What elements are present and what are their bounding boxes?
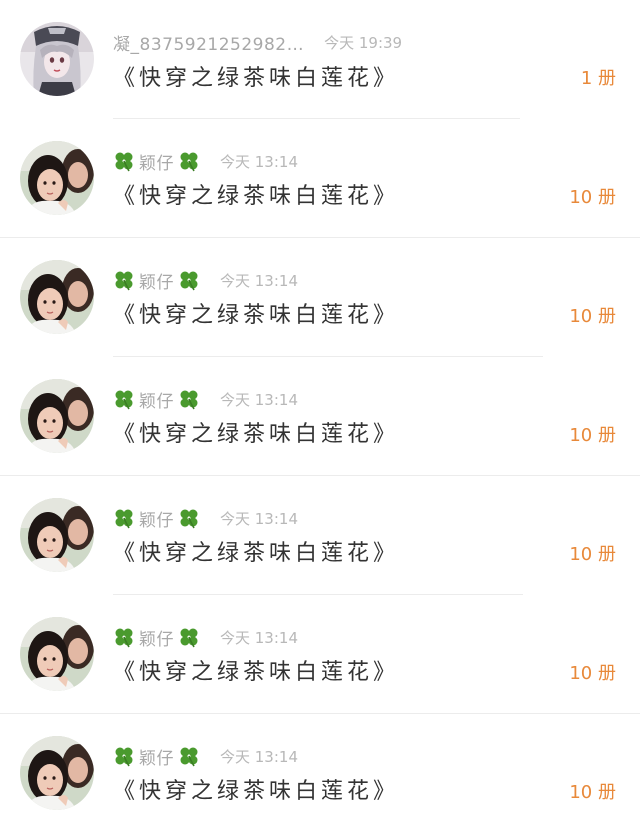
- user-name[interactable]: 颖仔: [113, 387, 200, 412]
- timestamp: 今天 13:14: [220, 390, 298, 409]
- user-name-text: 颖仔: [139, 272, 174, 293]
- four-leaf-clover-icon: [115, 509, 133, 529]
- gift-record-list: 凝_8375921252982… 今天 19:39 《快穿之绿茶味白莲花》 1 …: [0, 0, 640, 837]
- item-header: 颖仔 今天 13:14: [113, 149, 298, 174]
- user-name-text: 颖仔: [139, 748, 174, 769]
- timestamp: 今天 13:14: [220, 271, 298, 290]
- user-name-text: 颖仔: [139, 153, 174, 174]
- book-count: 10 册: [569, 663, 616, 684]
- four-leaf-clover-icon: [115, 390, 133, 410]
- four-leaf-clover-icon: [180, 271, 198, 291]
- book-title: 《快穿之绿茶味白莲花》: [113, 184, 400, 209]
- list-item[interactable]: 凝_8375921252982… 今天 19:39 《快穿之绿茶味白莲花》 1 …: [0, 0, 640, 119]
- avatar[interactable]: [20, 498, 94, 572]
- avatar[interactable]: [20, 260, 94, 334]
- four-leaf-clover-icon: [115, 152, 133, 172]
- four-leaf-clover-icon: [115, 628, 133, 648]
- book-count: 10 册: [569, 425, 616, 446]
- list-item[interactable]: 颖仔 今天 13:14 《快穿之绿茶味白莲花》 10 册: [0, 119, 640, 238]
- user-name-text: 颖仔: [139, 510, 174, 531]
- avatar[interactable]: [20, 22, 94, 96]
- avatar[interactable]: [20, 379, 94, 453]
- list-item[interactable]: 颖仔 今天 13:14 《快穿之绿茶味白莲花》 10 册: [0, 238, 640, 357]
- list-item[interactable]: 颖仔 今天 13:14 《快穿之绿茶味白莲花》 10 册: [0, 476, 640, 595]
- book-count: 10 册: [569, 544, 616, 565]
- four-leaf-clover-icon: [115, 747, 133, 767]
- book-title: 《快穿之绿茶味白莲花》: [113, 660, 400, 685]
- avatar[interactable]: [20, 736, 94, 810]
- user-name[interactable]: 颖仔: [113, 149, 200, 174]
- timestamp: 今天 13:14: [220, 747, 298, 766]
- book-count: 10 册: [569, 306, 616, 327]
- user-name[interactable]: 颖仔: [113, 268, 200, 293]
- item-header: 颖仔 今天 13:14: [113, 268, 298, 293]
- avatar[interactable]: [20, 617, 94, 691]
- timestamp: 今天 13:14: [220, 628, 298, 647]
- list-item[interactable]: 颖仔 今天 13:14 《快穿之绿茶味白莲花》 10 册: [0, 714, 640, 833]
- list-item[interactable]: 颖仔 今天 13:14 《快穿之绿茶味白莲花》 10 册: [0, 595, 640, 714]
- anime-girl-avatar-image: [20, 22, 94, 96]
- user-name-text: 凝_8375921252982…: [113, 34, 305, 55]
- photo-two-girls-avatar-image: [20, 736, 94, 810]
- user-name[interactable]: 凝_8375921252982…: [113, 30, 304, 55]
- book-title: 《快穿之绿茶味白莲花》: [113, 66, 400, 91]
- four-leaf-clover-icon: [115, 271, 133, 291]
- item-header: 颖仔 今天 13:14: [113, 506, 298, 531]
- photo-two-girls-avatar-image: [20, 498, 94, 572]
- four-leaf-clover-icon: [180, 390, 198, 410]
- four-leaf-clover-icon: [180, 747, 198, 767]
- four-leaf-clover-icon: [180, 152, 198, 172]
- book-count: 10 册: [569, 782, 616, 803]
- timestamp: 今天 13:14: [220, 152, 298, 171]
- user-name[interactable]: 颖仔: [113, 506, 200, 531]
- photo-two-girls-avatar-image: [20, 260, 94, 334]
- book-title: 《快穿之绿茶味白莲花》: [113, 422, 400, 447]
- item-header: 颖仔 今天 13:14: [113, 744, 298, 769]
- four-leaf-clover-icon: [180, 509, 198, 529]
- item-header: 颖仔 今天 13:14: [113, 625, 298, 650]
- book-count: 10 册: [569, 187, 616, 208]
- timestamp: 今天 19:39: [324, 33, 403, 52]
- photo-two-girls-avatar-image: [20, 141, 94, 215]
- list-item[interactable]: 颖仔 今天 13:14 《快穿之绿茶味白莲花》 10 册: [0, 357, 640, 476]
- avatar[interactable]: [20, 141, 94, 215]
- four-leaf-clover-icon: [180, 628, 198, 648]
- book-title: 《快穿之绿茶味白莲花》: [113, 779, 400, 804]
- user-name-text: 颖仔: [139, 391, 174, 412]
- user-name-text: 颖仔: [139, 629, 174, 650]
- book-title: 《快穿之绿茶味白莲花》: [113, 541, 400, 566]
- book-title: 《快穿之绿茶味白莲花》: [113, 303, 400, 328]
- photo-two-girls-avatar-image: [20, 617, 94, 691]
- photo-two-girls-avatar-image: [20, 379, 94, 453]
- timestamp: 今天 13:14: [220, 509, 298, 528]
- book-count: 1 册: [580, 68, 616, 89]
- user-name[interactable]: 颖仔: [113, 744, 200, 769]
- item-header: 凝_8375921252982… 今天 19:39: [113, 30, 403, 55]
- user-name[interactable]: 颖仔: [113, 625, 200, 650]
- item-header: 颖仔 今天 13:14: [113, 387, 298, 412]
